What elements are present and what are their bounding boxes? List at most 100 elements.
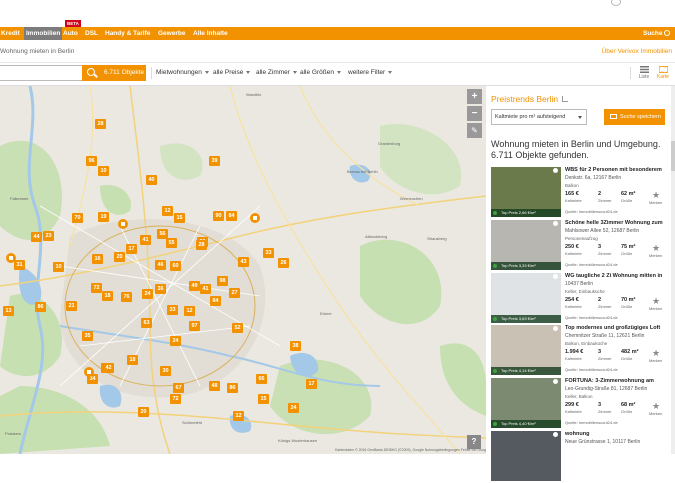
listing-card[interactable]: Top Preis 3,63 €/m² WG taugliche 2 Zi Wo… — [491, 273, 671, 325]
map-pin[interactable]: 12 — [162, 206, 173, 216]
house-marker-icon[interactable] — [118, 219, 128, 229]
filter-size[interactable]: alle Größen — [300, 69, 341, 76]
nav-item-kredit[interactable]: Kredit — [0, 27, 22, 40]
filter-rooms[interactable]: alle Zimmer — [256, 69, 297, 76]
map-pin[interactable]: 76 — [121, 292, 132, 302]
bookmark-label[interactable]: Merken — [649, 306, 662, 311]
nav-item-handy[interactable]: Handy & Tarife — [103, 27, 152, 40]
nav-search-link[interactable]: Suche — [641, 27, 665, 40]
house-marker-icon[interactable] — [6, 253, 16, 263]
listing-card[interactable]: Top Preis 3,33 €/m² Schöne helle 3Zimmer… — [491, 220, 671, 272]
view-list-toggle[interactable]: Liste — [637, 66, 651, 80]
listing-title[interactable]: FORTUNA: 3-Zimmerwohnung am — [565, 378, 669, 384]
bookmark-star-icon[interactable]: ★ — [652, 244, 661, 253]
map-pin[interactable]: 24 — [170, 336, 181, 346]
nav-item-alle-inhalte[interactable]: Alle Inhalte — [191, 27, 230, 40]
map-pin[interactable]: 52 — [232, 323, 243, 333]
zoom-in-button[interactable]: + — [467, 89, 482, 104]
listing-photo[interactable]: Top Preis 2,66 €/m² — [491, 167, 561, 217]
save-search-button[interactable]: Suche speichern — [604, 109, 665, 125]
map-pin[interactable]: 67 — [173, 383, 184, 393]
map-pin[interactable]: 86 — [227, 383, 238, 393]
price-trends-title[interactable]: Preistrends Berlin — [491, 94, 558, 104]
map-pin[interactable]: 84 — [226, 211, 237, 221]
map-pin[interactable]: 10 — [98, 166, 109, 176]
info-icon[interactable] — [553, 274, 558, 279]
map-pin[interactable]: 12 — [233, 411, 244, 421]
map-pin[interactable]: 42 — [103, 363, 114, 373]
map-pin[interactable]: 20 — [114, 252, 125, 262]
map-pin[interactable]: 66 — [256, 374, 267, 384]
map-pin[interactable]: 38 — [290, 341, 301, 351]
listing-photo[interactable]: Top Preis 4,14 €/m² — [491, 325, 561, 375]
sort-select[interactable]: Kaltmiete pro m² aufsteigend — [491, 109, 587, 125]
map-pin[interactable]: 23 — [43, 231, 54, 241]
map-pin[interactable]: 90 — [213, 211, 224, 221]
listing-title[interactable]: WBS für 2 Personen mit besonderem — [565, 167, 669, 173]
map-pin[interactable]: 18 — [102, 291, 113, 301]
map-pin[interactable]: 26 — [278, 258, 289, 268]
nav-item-dsl[interactable]: DSL — [83, 27, 100, 40]
map-pin[interactable]: 17 — [126, 244, 137, 254]
zoom-out-button[interactable]: − — [467, 106, 482, 121]
filter-more[interactable]: weitere Filter — [348, 69, 393, 76]
map-pin[interactable]: 63 — [141, 318, 152, 328]
map-pin[interactable]: 24 — [288, 403, 299, 413]
info-icon[interactable] — [553, 326, 558, 331]
filter-type[interactable]: Mietwohnungen — [156, 69, 209, 76]
map-pin[interactable]: 20 — [138, 407, 149, 417]
map-pin[interactable]: 39 — [209, 156, 220, 166]
map-pin[interactable]: 60 — [170, 261, 181, 271]
listing-card[interactable]: Top Preis 4,40 €/m² FORTUNA: 3-Zimmerwoh… — [491, 378, 671, 430]
map-canvas[interactable]: Oranienburg Bernau bei Berlin Werneuchen… — [0, 86, 486, 454]
map-pin[interactable]: 18 — [127, 355, 138, 365]
draw-area-button[interactable]: ✎ — [467, 123, 482, 138]
bookmark-star-icon[interactable]: ★ — [652, 191, 661, 200]
bookmark-star-icon[interactable]: ★ — [652, 402, 661, 411]
map-pin[interactable]: 46 — [155, 260, 166, 270]
map-pin[interactable]: 49 — [189, 281, 200, 291]
listing-title[interactable]: WG taugliche 2 Zi Wohnung mitten in — [565, 273, 669, 279]
map-pin[interactable]: 41 — [200, 284, 211, 294]
search-icon[interactable] — [664, 30, 670, 36]
house-marker-icon[interactable] — [250, 213, 260, 223]
listing-title[interactable]: wohnung — [565, 431, 669, 437]
map-pin[interactable]: 55 — [166, 238, 177, 248]
view-map-toggle[interactable]: Karte — [656, 66, 670, 80]
bookmark-label[interactable]: Merken — [649, 358, 662, 363]
info-icon[interactable] — [553, 221, 558, 226]
map-pin[interactable]: 28 — [95, 119, 106, 129]
map-pin[interactable]: 44 — [31, 232, 42, 242]
map-pin[interactable]: 31 — [14, 260, 25, 270]
filter-price[interactable]: alle Preise — [213, 69, 251, 76]
map-pin[interactable]: 72 — [91, 283, 102, 293]
map-pin[interactable]: 33 — [167, 305, 178, 315]
map-pin[interactable]: 96 — [86, 156, 97, 166]
location-search-input[interactable] — [0, 65, 82, 81]
map-pin[interactable]: 41 — [140, 235, 151, 245]
map-pin[interactable]: 40 — [146, 175, 157, 185]
info-icon[interactable] — [553, 168, 558, 173]
listing-card[interactable]: Top Preis 4,14 €/m² Top modernes und gro… — [491, 325, 671, 377]
map-pin[interactable]: 12 — [184, 306, 195, 316]
listing-photo[interactable]: Top Preis 3,33 €/m² — [491, 220, 561, 270]
map-pin[interactable]: 70 — [72, 213, 83, 223]
nav-item-gewerbe[interactable]: Gewerbe — [156, 27, 187, 40]
listing-photo[interactable]: Top Preis 3,63 €/m² — [491, 273, 561, 323]
listing-title[interactable]: Top modernes und großzügiges Loft — [565, 325, 669, 331]
listing-photo[interactable]: Top Preis 4,40 €/m² — [491, 378, 561, 428]
map-help-button[interactable]: ? — [467, 435, 481, 449]
window-control-icon[interactable] — [611, 0, 621, 6]
listing-title[interactable]: Schöne helle 3Zimmer Wohnung zum — [565, 220, 669, 226]
nav-item-auto[interactable]: Auto BETA — [61, 20, 81, 40]
map-pin[interactable]: 84 — [210, 296, 221, 306]
listing-card[interactable]: wohnung Neue Grünstrasse 1, 10117 Berlin — [491, 431, 671, 483]
map-pin[interactable]: 43 — [238, 257, 249, 267]
map-pin[interactable]: 97 — [189, 321, 200, 331]
info-icon[interactable] — [553, 432, 558, 437]
panel-scrollbar[interactable] — [671, 86, 675, 454]
map-pin[interactable]: 10 — [53, 262, 64, 272]
bookmark-label[interactable]: Merken — [649, 200, 662, 205]
map-pin[interactable]: 16 — [92, 254, 103, 264]
map-pin[interactable]: 72 — [170, 394, 181, 404]
